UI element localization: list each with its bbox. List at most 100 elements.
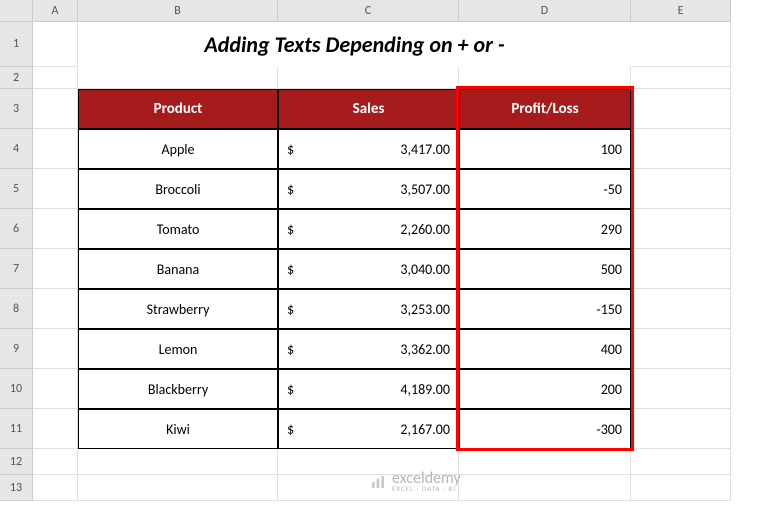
th-product[interactable]: Product [78,89,278,129]
product-cell[interactable]: Kiwi [78,409,278,449]
currency-symbol: $ [287,181,294,198]
row-header-7[interactable]: 7 [0,249,33,289]
cell-B12[interactable] [78,449,278,475]
currency-symbol: $ [287,261,294,278]
sales-value: 4,189.00 [400,381,450,398]
spreadsheet-grid: A B C D E 1 Adding Texts Depending on + … [0,0,767,501]
profitloss-cell[interactable]: -300 [459,409,631,449]
cell-A13[interactable] [33,475,78,501]
sales-cell[interactable]: $3,417.00 [278,129,459,169]
cell-E8[interactable] [631,289,731,329]
product-cell[interactable]: Apple [78,129,278,169]
cell-E5[interactable] [631,169,731,209]
col-header-D[interactable]: D [459,0,631,22]
sales-value: 3,040.00 [400,261,450,278]
cell-E11[interactable] [631,409,731,449]
sales-value: 2,260.00 [400,221,450,238]
cell-D13[interactable] [459,475,631,501]
cell-A8[interactable] [33,289,78,329]
currency-symbol: $ [287,381,294,398]
product-cell[interactable]: Strawberry [78,289,278,329]
row-header-3[interactable]: 3 [0,89,33,129]
cell-A2[interactable] [33,67,78,89]
currency-symbol: $ [287,141,294,158]
row-header-10[interactable]: 10 [0,369,33,409]
cell-A1[interactable] [33,22,78,67]
cell-B13[interactable] [78,475,278,501]
cell-A12[interactable] [33,449,78,475]
col-header-E[interactable]: E [631,0,731,22]
cell-E13[interactable] [631,475,731,501]
cell-E6[interactable] [631,209,731,249]
sales-cell[interactable]: $3,507.00 [278,169,459,209]
product-cell[interactable]: Broccoli [78,169,278,209]
sales-value: 3,253.00 [400,301,450,318]
profitloss-cell[interactable]: 500 [459,249,631,289]
profitloss-cell[interactable]: 100 [459,129,631,169]
product-cell[interactable]: Lemon [78,329,278,369]
row-header-1[interactable]: 1 [0,22,33,67]
sales-cell[interactable]: $3,040.00 [278,249,459,289]
profitloss-cell[interactable]: 290 [459,209,631,249]
cell-A10[interactable] [33,369,78,409]
sales-value: 3,507.00 [400,181,450,198]
cell-A11[interactable] [33,409,78,449]
cell-A7[interactable] [33,249,78,289]
cell-E2[interactable] [631,67,731,89]
page-title: Adding Texts Depending on + or - [78,22,631,67]
profitloss-cell[interactable]: 400 [459,329,631,369]
sales-value: 3,417.00 [400,141,450,158]
profitloss-cell[interactable]: -150 [459,289,631,329]
chart-icon [370,474,386,490]
sales-value: 3,362.00 [400,341,450,358]
cell-D12[interactable] [459,449,631,475]
select-all-corner[interactable] [0,0,33,22]
row-header-11[interactable]: 11 [0,409,33,449]
cell-E12[interactable] [631,449,731,475]
product-cell[interactable]: Blackberry [78,369,278,409]
cell-A6[interactable] [33,209,78,249]
col-header-A[interactable]: A [33,0,78,22]
row-header-2[interactable]: 2 [0,67,33,89]
currency-symbol: $ [287,301,294,318]
cell-A5[interactable] [33,169,78,209]
sales-cell[interactable]: $2,167.00 [278,409,459,449]
col-header-B[interactable]: B [78,0,278,22]
cell-A9[interactable] [33,329,78,369]
currency-symbol: $ [287,341,294,358]
sales-value: 2,167.00 [400,421,450,438]
cell-D2[interactable] [459,67,631,89]
row-header-5[interactable]: 5 [0,169,33,209]
profitloss-cell[interactable]: 200 [459,369,631,409]
cell-E4[interactable] [631,129,731,169]
cell-E9[interactable] [631,329,731,369]
row-header-8[interactable]: 8 [0,289,33,329]
profitloss-cell[interactable]: -50 [459,169,631,209]
currency-symbol: $ [287,221,294,238]
sales-cell[interactable]: $2,260.00 [278,209,459,249]
cell-E3[interactable] [631,89,731,129]
cell-A3[interactable] [33,89,78,129]
product-cell[interactable]: Tomato [78,209,278,249]
row-header-4[interactable]: 4 [0,129,33,169]
row-header-12[interactable]: 12 [0,449,33,475]
th-profitloss[interactable]: Profit/Loss [459,89,631,129]
cell-E10[interactable] [631,369,731,409]
sales-cell[interactable]: $3,362.00 [278,329,459,369]
product-cell[interactable]: Banana [78,249,278,289]
col-header-C[interactable]: C [278,0,459,22]
cell-A4[interactable] [33,129,78,169]
row-header-9[interactable]: 9 [0,329,33,369]
sales-cell[interactable]: $4,189.00 [278,369,459,409]
cell-E7[interactable] [631,249,731,289]
cell-E1[interactable] [631,22,731,67]
cell-B2[interactable] [78,67,278,89]
th-sales[interactable]: Sales [278,89,459,129]
cell-C2[interactable] [278,67,459,89]
watermark: exceldemy EXCEL · DATA · BI [370,472,461,493]
currency-symbol: $ [287,421,294,438]
row-header-13[interactable]: 13 [0,475,33,501]
sales-cell[interactable]: $3,253.00 [278,289,459,329]
watermark-sub: EXCEL · DATA · BI [392,486,461,492]
row-header-6[interactable]: 6 [0,209,33,249]
